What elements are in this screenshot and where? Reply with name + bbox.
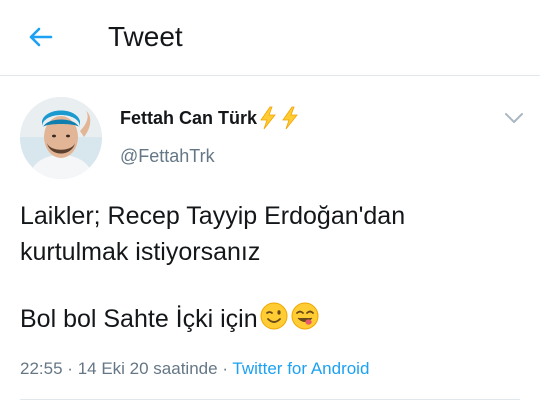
tweet-text-line-with-emoji: Bol bol Sahte İçki için <box>20 301 520 337</box>
author-name-emoji <box>258 106 300 130</box>
chevron-down-icon[interactable] <box>503 108 525 128</box>
avatar[interactable] <box>20 97 102 179</box>
face-savoring-food-emoji <box>291 302 319 330</box>
arrow-left-icon[interactable] <box>24 21 56 53</box>
tweet-text-line: Bol bol Sahte İçki için <box>20 305 258 333</box>
meta-separator: · <box>222 359 228 378</box>
tweet-metadata: 22:55 · 14 Eki 20 saatinde · Twitter for… <box>20 358 369 380</box>
tweet-text: Laikler; Recep Tayyip Erdoğan'dan kurtul… <box>20 198 520 337</box>
divider <box>20 399 520 400</box>
tweet-time: 22:55 <box>20 359 63 378</box>
high-voltage-emoji <box>260 106 276 130</box>
meta-separator: · <box>67 359 73 378</box>
author-display-name[interactable]: Fettah Can Türk <box>120 107 257 129</box>
tweet-text-line: Laikler; Recep Tayyip Erdoğan'dan <box>20 202 406 230</box>
winking-face-emoji <box>260 302 288 330</box>
app-header: Tweet <box>0 0 540 76</box>
tweet-date: 14 Eki 20 saatinde <box>77 359 218 378</box>
tweet-source-link[interactable]: Twitter for Android <box>232 359 369 378</box>
author-handle[interactable]: @FettahTrk <box>120 145 215 167</box>
high-voltage-emoji <box>282 106 298 130</box>
page-title: Tweet <box>108 21 183 52</box>
tweet-text-line: kurtulmak istiyorsanız <box>20 238 261 266</box>
